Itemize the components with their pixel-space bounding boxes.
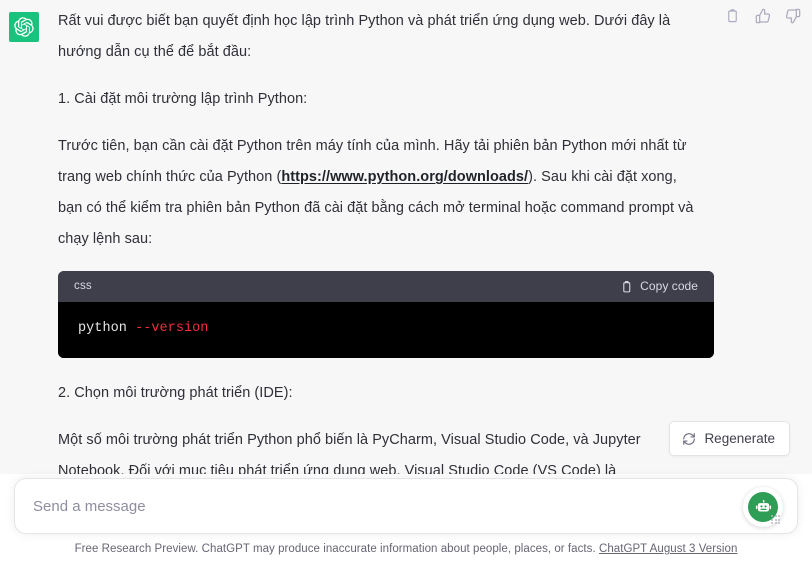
- code-token-flag: --version: [135, 321, 209, 336]
- assistant-message: Rất vui được biết bạn quyết định học lập…: [0, 0, 812, 474]
- code-language-label: css: [74, 280, 92, 292]
- message-action-buttons: [723, 6, 802, 25]
- thumbs-up-icon[interactable]: [753, 6, 772, 25]
- heading-install-python: 1. Cài đặt môi trường lập trình Python:: [58, 91, 308, 107]
- regenerate-button[interactable]: Regenerate: [669, 421, 790, 456]
- code-block: css Copy code python --version: [58, 271, 714, 358]
- code-block-header: css Copy code: [58, 271, 714, 302]
- copy-code-label: Copy code: [640, 279, 698, 293]
- thumbs-down-icon[interactable]: [783, 6, 802, 25]
- install-instructions-paragraph: Trước tiên, bạn cần cài đặt Python trên …: [58, 131, 699, 255]
- python-downloads-link[interactable]: https://www.python.org/downloads/: [281, 169, 528, 185]
- ide-paragraph: Một số môi trường phát triển Python phổ …: [58, 432, 641, 474]
- code-block-content[interactable]: python --version: [58, 302, 714, 358]
- footer-disclaimer: Free Research Preview. ChatGPT may produ…: [0, 543, 812, 555]
- regenerate-label: Regenerate: [704, 431, 775, 446]
- version-link[interactable]: ChatGPT August 3 Version: [599, 543, 737, 555]
- clipboard-icon: [620, 280, 633, 294]
- code-token-command: python: [78, 321, 127, 336]
- chatgpt-logo-icon: [9, 12, 39, 42]
- assistant-floating-button[interactable]: [743, 487, 783, 527]
- chatgpt-app-window: Rất vui được biết bạn quyết định học lập…: [0, 0, 812, 568]
- composer-area: Free Research Preview. ChatGPT may produ…: [0, 474, 812, 568]
- message-composer[interactable]: [14, 478, 798, 534]
- disclaimer-text: Free Research Preview. ChatGPT may produ…: [74, 543, 596, 555]
- refresh-icon: [682, 432, 696, 446]
- drag-handle-icon[interactable]: [771, 515, 781, 525]
- assistant-message-body: Rất vui được biết bạn quyết định học lập…: [39, 6, 714, 474]
- copy-message-icon[interactable]: [723, 6, 742, 25]
- message-input[interactable]: [15, 479, 797, 533]
- intro-paragraph: Rất vui được biết bạn quyết định học lập…: [58, 13, 671, 60]
- conversation-scroll-area[interactable]: Rất vui được biết bạn quyết định học lập…: [0, 0, 812, 474]
- copy-code-button[interactable]: Copy code: [620, 271, 698, 302]
- heading-choose-ide: 2. Chọn môi trường phát triển (IDE):: [58, 385, 293, 401]
